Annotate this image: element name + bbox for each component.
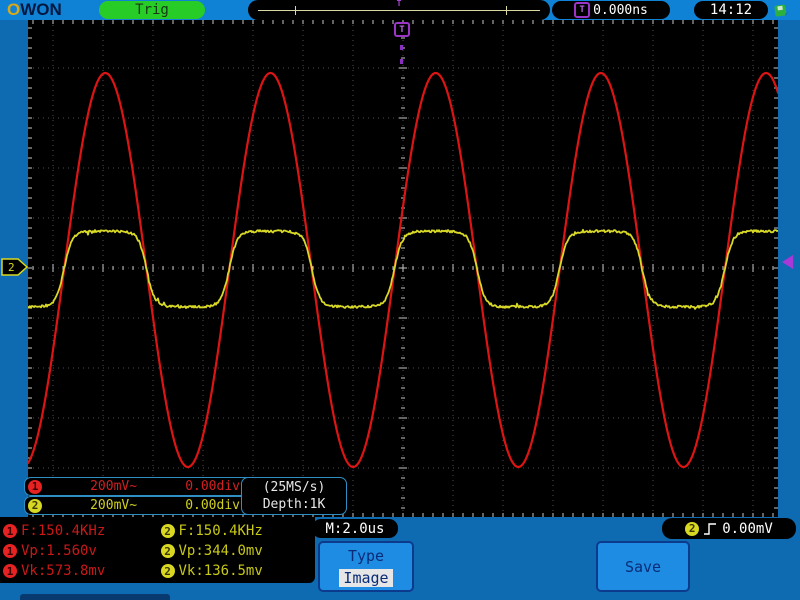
trigger-level-arrow [782, 255, 793, 269]
ch1-volts-per-div: 200mV~ [90, 479, 138, 494]
ch2-marker-label: 2 [8, 261, 15, 274]
ch1-badge: 1 [28, 479, 42, 494]
trigger-time-pill: T 0.000ns [552, 1, 670, 19]
trigger-marker-dash [400, 45, 403, 50]
ch2-freq-cell: 2 F:150.4KHz [158, 523, 316, 539]
type-image-button[interactable]: Type Image [318, 541, 414, 592]
graticule-screen [26, 20, 780, 517]
trigger-position-indicator: T [248, 0, 550, 20]
ch2-volts-per-div: 200mV~ [90, 498, 138, 513]
acquisition-box: (25MS/s) Depth:1K [241, 477, 347, 515]
ch2-badge: 2 [160, 524, 175, 538]
ch1-vk-cell: 1 Vk:573.8mv [0, 563, 158, 579]
bottom-left-strip [20, 594, 170, 600]
trigger-horizontal-marker: T [394, 22, 410, 37]
ch2-position-marker: 2 [1, 258, 29, 280]
save-label: Save [624, 557, 662, 576]
trigger-t-icon: T [574, 2, 591, 18]
timebase-pill: M:2.0us [312, 519, 398, 538]
memory-window-line [258, 10, 540, 11]
trigger-time-value: 0.000ns [593, 2, 648, 18]
ch1-badge: 1 [3, 544, 17, 558]
measurements-panel: 1 F:150.4KHz 2 F:150.4KHz 1 Vp:1.560v 2 … [0, 517, 315, 583]
ch1-offset: 0.00div [185, 479, 240, 494]
sample-rate: (25MS/s) [262, 480, 326, 495]
oscilloscope-ui: OWON Trig T T 0.000ns 14:12 T 2 1 200mV~… [0, 0, 800, 600]
memory-depth: Depth:1K [262, 497, 326, 512]
ch2-badge: 2 [160, 564, 175, 578]
logo-letter-o: O [7, 0, 21, 19]
ch2-vpp: Vp:344.0mv [178, 543, 263, 559]
top-bar: OWON Trig T T 0.000ns 14:12 [0, 0, 800, 20]
trigger-position-t-mini: T [396, 0, 402, 8]
measurement-row-vk: 1 Vk:573.8mv 2 Vk:136.5mv [0, 561, 315, 581]
ch1-vpp: Vp:1.560v [21, 543, 97, 559]
trig-status-pill: Trig [99, 1, 205, 19]
ch2-offset: 0.00div [185, 498, 240, 513]
ch2-vk-cell: 2 Vk:136.5mv [158, 563, 316, 579]
ch2-badge: 2 [28, 498, 42, 513]
type-label: Type [347, 546, 385, 565]
scope-display [26, 20, 780, 517]
measurement-row-vp: 1 Vp:1.560v 2 Vp:344.0mv [0, 541, 315, 561]
measurement-row-freq: 1 F:150.4KHz 2 F:150.4KHz [0, 521, 315, 541]
trigger-marker-dash [400, 59, 403, 64]
trigger-level-value: 0.00mV [722, 520, 773, 537]
ch1-freq-cell: 1 F:150.4KHz [0, 523, 158, 539]
ch1-badge: 1 [3, 524, 17, 538]
owon-logo: OWON [7, 0, 62, 20]
ch2-vk: Vk:136.5mv [178, 563, 263, 579]
graticule-ticks [28, 20, 778, 517]
ch2-badge: 2 [160, 544, 175, 558]
type-selected-value: Image [339, 568, 393, 587]
rising-edge-icon [704, 522, 717, 535]
ch1-vk: Vk:573.8mv [21, 563, 106, 579]
trigger-level-readout: 2 0.00mV [662, 518, 796, 539]
trigger-source-badge: 2 [685, 521, 700, 536]
ch1-badge: 1 [3, 564, 17, 578]
ch2-frequency: F:150.4KHz [178, 523, 263, 539]
ch1-vp-cell: 1 Vp:1.560v [0, 543, 158, 559]
save-button[interactable]: Save [596, 541, 690, 592]
usb-icon [772, 2, 790, 22]
ch1-frequency: F:150.4KHz [21, 523, 106, 539]
ch2-vp-cell: 2 Vp:344.0mv [158, 543, 316, 559]
logo-letters-won: WON [20, 0, 62, 19]
clock: 14:12 [694, 1, 768, 19]
